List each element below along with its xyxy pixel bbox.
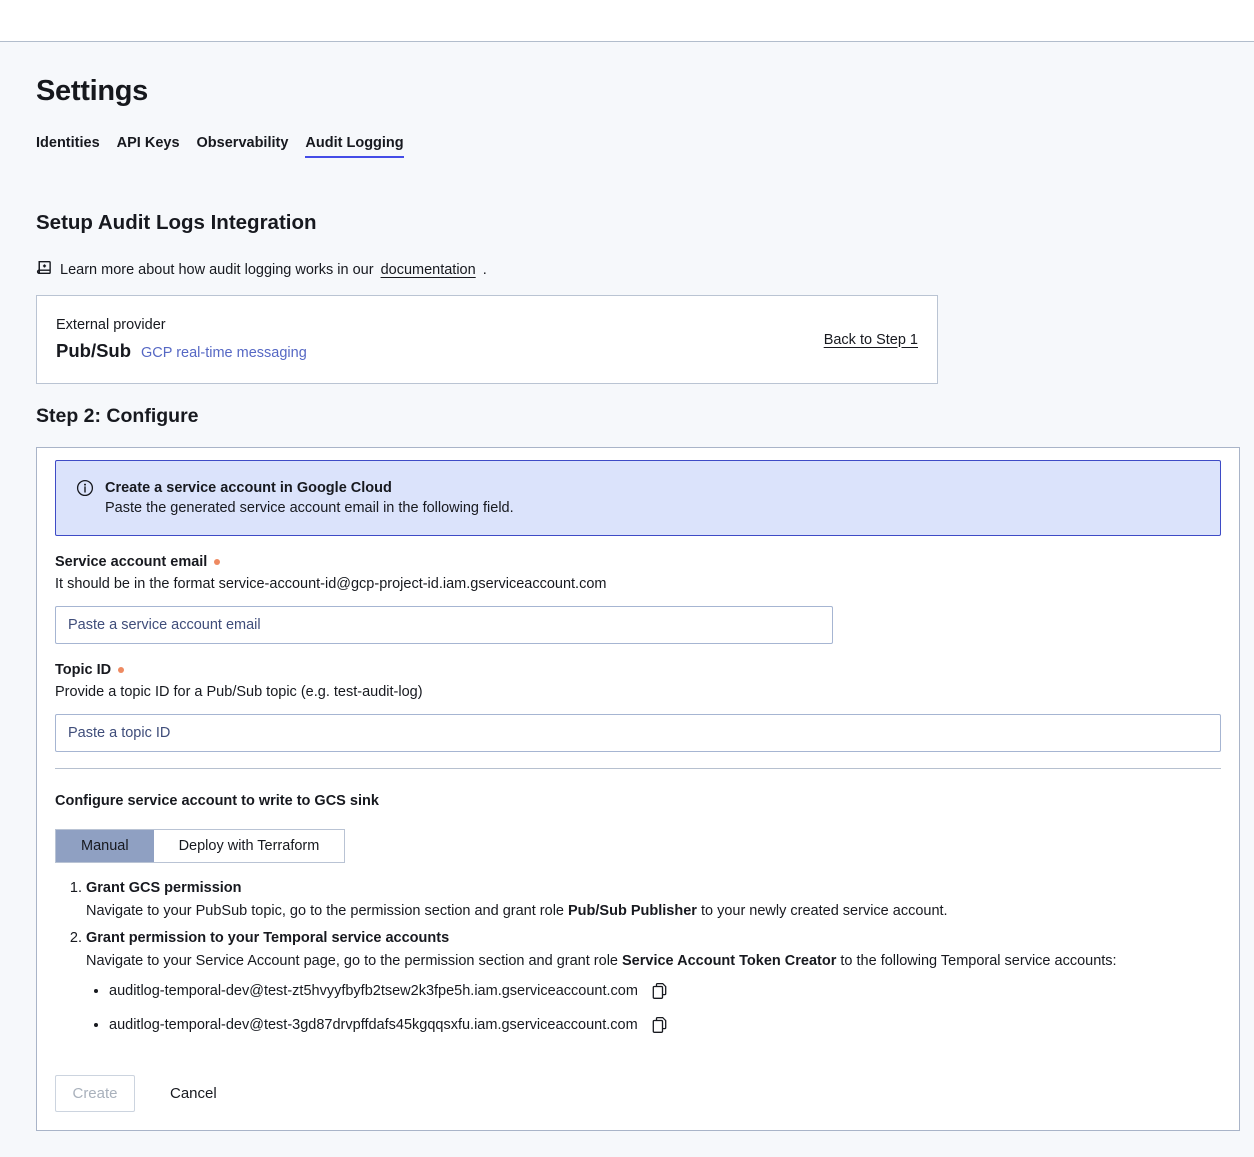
info-banner-description: Paste the generated service account emai… [105, 498, 514, 518]
setup-section-title: Setup Audit Logs Integration [36, 211, 1240, 235]
top-navigation-bar [0, 0, 1254, 42]
back-to-step-1-link[interactable]: Back to Step 1 [824, 332, 918, 348]
info-banner: Create a service account in Google Cloud… [55, 460, 1221, 536]
instruction-step-2: Grant permission to your Temporal servic… [86, 927, 1221, 1035]
tab-observability[interactable]: Observability [197, 135, 289, 158]
service-account-email: auditlog-temporal-dev@test-zt5hvyyfbyfb2… [109, 981, 638, 1001]
provider-description: GCP real-time messaging [141, 345, 307, 361]
service-account-item: auditlog-temporal-dev@test-zt5hvyyfbyfb2… [109, 981, 1221, 1001]
external-provider-card: External provider Pub/Sub GCP real-time … [36, 295, 938, 384]
required-dot [214, 559, 220, 565]
create-button[interactable]: Create [55, 1075, 135, 1112]
configure-panel: Create a service account in Google Cloud… [36, 447, 1240, 1131]
configure-mode-tabs: Manual Deploy with Terraform [55, 829, 345, 863]
required-dot [118, 667, 124, 673]
manual-instructions: Grant GCS permission Navigate to your Pu… [55, 877, 1221, 1035]
instruction-step-body: Navigate to your PubSub topic, go to the… [86, 900, 1221, 923]
learn-more-text: Learn more about how audit logging works… [60, 262, 374, 278]
service-account-list: auditlog-temporal-dev@test-zt5hvyyfbyfb2… [86, 981, 1221, 1035]
tab-deploy-with-terraform[interactable]: Deploy with Terraform [154, 830, 345, 862]
cancel-button[interactable]: Cancel [170, 1085, 217, 1102]
section-divider [55, 768, 1221, 769]
instruction-step-body: Navigate to your Service Account page, g… [86, 950, 1221, 973]
provider-info: External provider Pub/Sub GCP real-time … [56, 317, 307, 362]
service-account-email-input[interactable] [55, 606, 833, 644]
topic-id-label: Topic ID [55, 662, 1221, 678]
provider-name: Pub/Sub [56, 340, 131, 362]
info-icon [76, 479, 94, 502]
book-icon [36, 259, 53, 280]
service-account-email-hint: It should be in the format service-accou… [55, 574, 1221, 594]
tab-api-keys[interactable]: API Keys [117, 135, 180, 158]
settings-tabs: Identities API Keys Observability Audit … [36, 135, 1240, 158]
tab-identities[interactable]: Identities [36, 135, 100, 158]
service-account-item: auditlog-temporal-dev@test-3gd87drvpffda… [109, 1015, 1221, 1035]
info-banner-text: Create a service account in Google Cloud… [105, 478, 514, 518]
form-actions: Create Cancel [55, 1075, 1221, 1112]
instruction-step-title: Grant permission to your Temporal servic… [86, 927, 1221, 950]
service-account-email: auditlog-temporal-dev@test-3gd87drvpffda… [109, 1015, 638, 1035]
learn-more-note: Learn more about how audit logging works… [36, 259, 1240, 280]
copy-icon[interactable] [651, 982, 668, 1000]
info-banner-title: Create a service account in Google Cloud [105, 478, 514, 498]
settings-page: Settings Identities API Keys Observabili… [0, 75, 1254, 1131]
copy-icon[interactable] [651, 1016, 668, 1034]
instruction-step-title: Grant GCS permission [86, 877, 1221, 900]
provider-label: External provider [56, 317, 307, 333]
step-2-title: Step 2: Configure [36, 405, 1240, 428]
configure-gcs-label: Configure service account to write to GC… [55, 793, 1221, 809]
documentation-link[interactable]: documentation [381, 262, 476, 278]
learn-more-period: . [483, 262, 487, 278]
tab-audit-logging[interactable]: Audit Logging [305, 135, 403, 158]
topic-id-hint: Provide a topic ID for a Pub/Sub topic (… [55, 682, 1221, 702]
instruction-step-1: Grant GCS permission Navigate to your Pu… [86, 877, 1221, 923]
topic-id-input[interactable] [55, 714, 1221, 752]
page-title: Settings [36, 75, 1240, 108]
tab-manual[interactable]: Manual [56, 830, 154, 862]
service-account-email-label: Service account email [55, 554, 1221, 570]
